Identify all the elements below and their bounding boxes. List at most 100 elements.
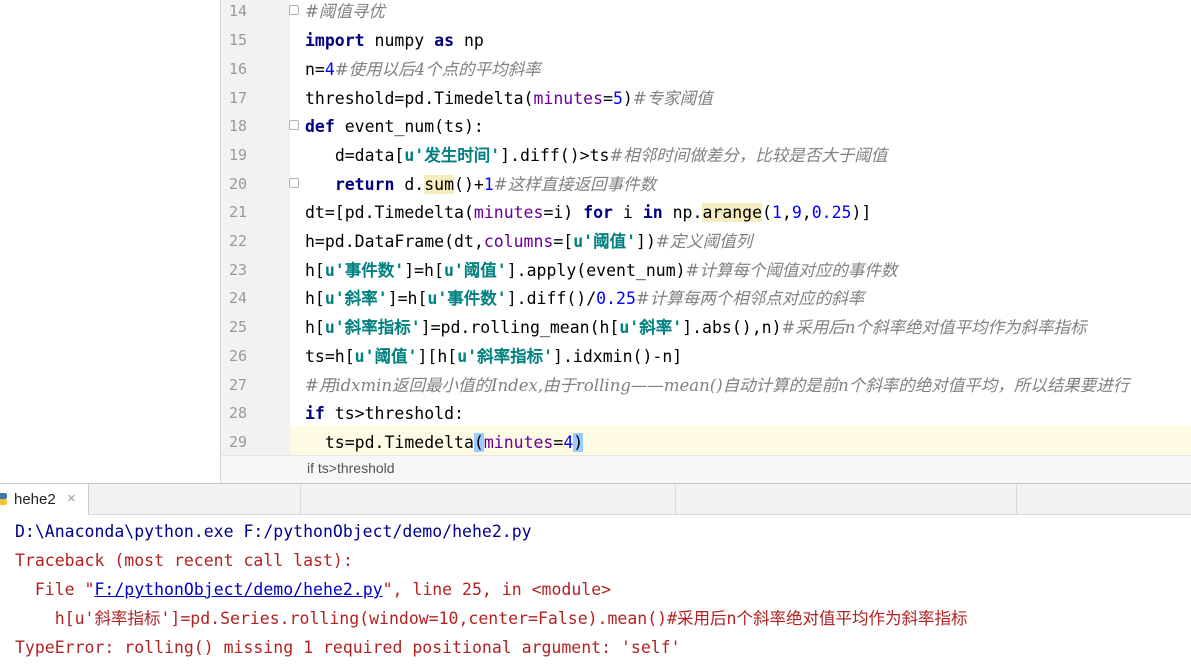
matched-paren: ) [573, 433, 584, 452]
keyword-argument: minutes [483, 433, 554, 452]
code-text: )] [851, 203, 872, 222]
highlighted-method: sum [424, 175, 455, 194]
code-text: h=pd.DataFrame(dt, [305, 232, 484, 251]
highlighted-method: arange [702, 203, 763, 222]
console-output[interactable]: D:\Anaconda\python.exe F:/pythonObject/d… [0, 515, 1191, 671]
code-text: ) [622, 89, 633, 108]
code-line-28[interactable]: if ts>threshold: [305, 399, 464, 428]
comment: #定义阈值列 [655, 232, 753, 251]
code-text: n= [305, 60, 325, 79]
code-text: ( [762, 203, 772, 222]
line-number: 27 [228, 376, 247, 394]
tab-divider [300, 484, 301, 515]
breadcrumb[interactable]: if ts>threshold [307, 460, 395, 476]
line-number: 14 [228, 2, 247, 20]
line-number: 25 [228, 318, 247, 336]
console-command-line: D:\Anaconda\python.exe F:/pythonObject/d… [15, 522, 532, 541]
code-line-21[interactable]: dt=[pd.Timedelta(minutes=i) for i in np.… [305, 198, 871, 227]
python-file-icon [0, 493, 7, 505]
code-text: =i) [543, 203, 584, 222]
code-text: d=data[ [334, 146, 405, 165]
traceback-file-line: File "F:/pythonObject/demo/hehe2.py", li… [15, 575, 611, 604]
string-literal: u'斜率指标' [457, 347, 554, 366]
string-literal: u'发生时间' [404, 146, 501, 165]
code-text: ]=h[ [404, 261, 444, 280]
line-number: 26 [228, 347, 247, 365]
code-text: ()+ [454, 175, 484, 194]
number-literal: 1 [483, 175, 494, 194]
fold-marker-icon[interactable] [289, 178, 299, 188]
string-literal: u'斜率指标' [324, 318, 421, 337]
code-line-14[interactable]: #阈值寻优 [305, 0, 385, 26]
code-text: ].abs(),n) [682, 318, 782, 337]
string-literal: u'事件数' [324, 261, 405, 280]
comment: #计算每个阈值对应的事件数 [685, 261, 898, 280]
code-text: threshold=pd.Timedelta( [305, 89, 534, 108]
code-line-25[interactable]: h[u'斜率指标']=pd.rolling_mean(h[u'斜率'].abs(… [305, 313, 1086, 342]
code-text: ]) [636, 232, 656, 251]
keyword-argument: columns [483, 232, 554, 251]
close-icon[interactable]: × [67, 490, 76, 507]
run-tab-label: hehe2 [14, 491, 56, 508]
code-line-18[interactable]: def event_num(ts): [305, 112, 484, 141]
code-line-22[interactable]: h=pd.DataFrame(dt,columns=[u'阈值'])#定义阈值列 [305, 227, 752, 256]
code-text: dt=[pd.Timedelta( [305, 203, 474, 222]
string-literal: u'阈值' [443, 261, 507, 280]
line-number: 16 [228, 60, 247, 78]
comment: #阈值寻优 [305, 2, 385, 21]
code-line-20[interactable]: return d.sum()+1#这样直接返回事件数 [305, 170, 656, 199]
line-number: 19 [228, 146, 247, 164]
code-text: h[ [305, 261, 325, 280]
code-text: ].apply(event_num) [506, 261, 686, 280]
comment: #这样直接返回事件数 [493, 175, 657, 194]
string-literal: u'斜率' [324, 289, 388, 308]
fold-marker-icon[interactable] [289, 120, 299, 130]
code-line-17[interactable]: threshold=pd.Timedelta(minutes=5)#专家阈值 [305, 84, 713, 113]
line-number: 29 [228, 433, 247, 451]
keyword: def [305, 117, 335, 136]
number-literal: 9 [791, 203, 802, 222]
breadcrumb-bar: if ts>threshold [221, 455, 1191, 483]
string-literal: u'阈值' [573, 232, 637, 251]
code-line-29[interactable]: ts=pd.Timedelta(minutes=4) [305, 428, 584, 457]
run-tab-hehe2[interactable]: hehe2 × [0, 484, 89, 515]
code-text: ]=h[ [387, 289, 428, 308]
keyword-argument: minutes [473, 203, 544, 222]
keyword-argument: minutes [533, 89, 604, 108]
line-number: 23 [228, 261, 247, 279]
number-literal: 4 [324, 60, 335, 79]
tab-divider [675, 484, 676, 515]
traceback-text: ", line 25, in <module> [382, 580, 612, 599]
code-line-27[interactable]: #用idxmin返回最小值的Index,由于rolling——mean()自动计… [305, 371, 1129, 400]
code-text: event_num(ts): [334, 117, 484, 136]
project-panel-edge [0, 0, 221, 483]
code-line-23[interactable]: h[u'事件数']=h[u'阈值'].apply(event_num)#计算每个… [305, 256, 897, 285]
keyword: as [434, 31, 455, 50]
code-line-15[interactable]: import numpy as np [305, 26, 484, 55]
string-literal: u'事件数' [427, 289, 507, 308]
code-text: numpy [364, 31, 435, 50]
tab-divider [1016, 484, 1017, 515]
traceback-text: File " [15, 580, 95, 599]
line-number: 20 [228, 175, 247, 193]
code-editor[interactable]: 14 15 16 17 18 19 20 21 22 23 24 25 26 2… [0, 0, 1191, 483]
error-message: TypeError: rolling() missing 1 required … [15, 638, 681, 657]
line-number: 15 [228, 31, 247, 49]
comment: #采用后n个斜率绝对值平均作为斜率指标 [781, 318, 1087, 337]
keyword: import [305, 31, 365, 50]
line-number: 21 [228, 203, 247, 221]
fold-marker-icon[interactable] [289, 5, 299, 15]
code-text: , [781, 203, 792, 222]
code-text: ].idxmin()-n] [553, 347, 683, 366]
code-line-16[interactable]: n=4#使用以后4个点的平均斜率 [305, 55, 541, 84]
keyword: if [305, 404, 325, 423]
code-line-24[interactable]: h[u'斜率']=h[u'事件数'].diff()/0.25#计算每两个相邻点对… [305, 284, 864, 313]
comment: #专家阈值 [632, 89, 713, 108]
file-link[interactable]: F:/pythonObject/demo/hehe2.py [94, 580, 382, 599]
line-number: 22 [228, 232, 247, 250]
code-line-26[interactable]: ts=h[u'阈值'][h[u'斜率指标'].idxmin()-n] [305, 342, 682, 371]
traceback-header: Traceback (most recent call last): [15, 551, 353, 570]
code-line-19[interactable]: d=data[u'发生时间'].diff()>ts#相邻时间做差分，比较是否大于… [305, 141, 887, 170]
